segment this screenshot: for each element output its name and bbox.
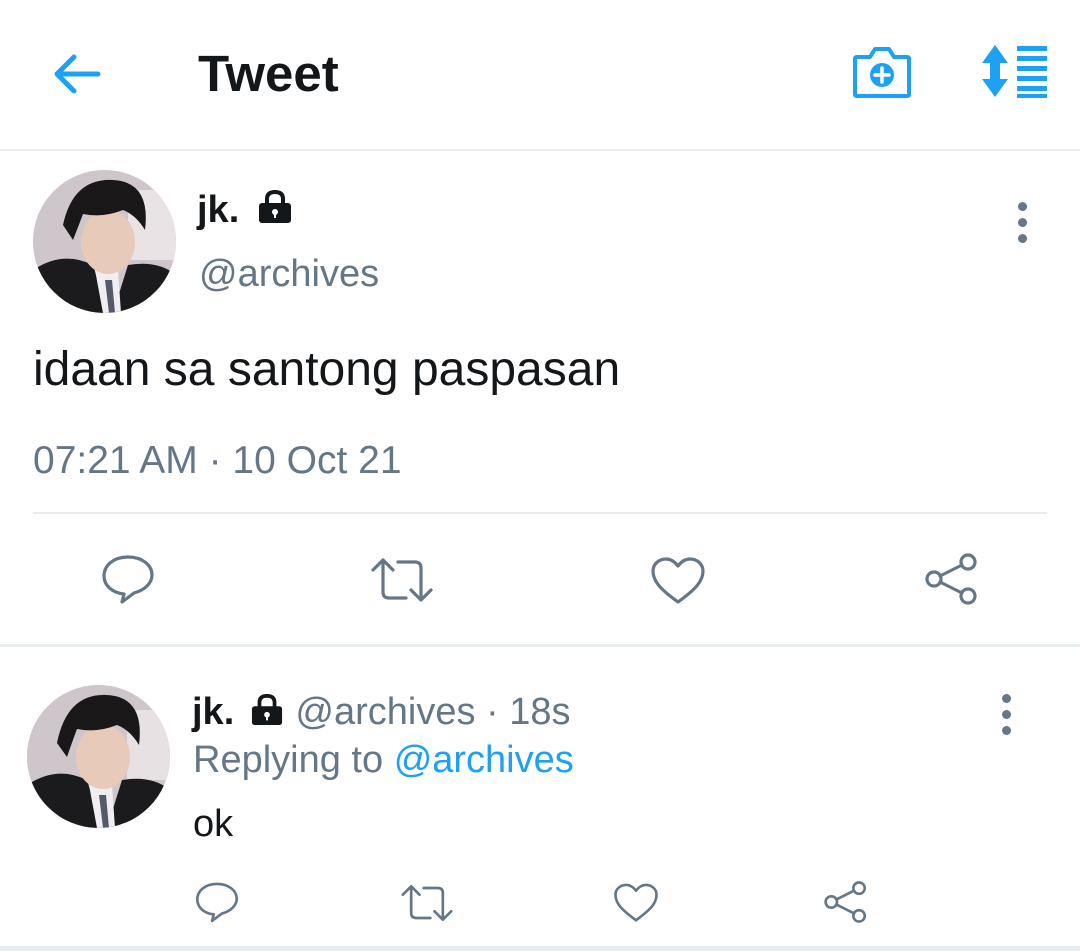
replying-prefix: Replying to [193, 739, 384, 781]
avatar[interactable] [27, 685, 170, 828]
top-app-bar [0, 0, 1080, 151]
replying-to-line: Replying to @archives [193, 736, 574, 784]
replying-to-link[interactable]: @archives [394, 739, 574, 781]
more-options-icon[interactable] [994, 690, 1018, 740]
divider [33, 512, 1047, 514]
author-row: jk. [197, 187, 294, 235]
share-icon[interactable] [823, 880, 869, 924]
tweet-text: idaan sa santong paspasan [33, 343, 621, 396]
bottom-divider [0, 946, 1080, 951]
reply-text: ok [193, 803, 234, 845]
tweet-timestamp: 07:21 AM · 10 Oct 21 [33, 439, 402, 482]
like-icon[interactable] [613, 882, 659, 924]
retweet-icon[interactable] [400, 883, 454, 923]
reply-author-row: jk. @archives · 18s [192, 688, 571, 738]
like-icon[interactable] [650, 556, 706, 606]
more-options-icon[interactable] [1010, 198, 1034, 248]
share-icon[interactable] [924, 552, 980, 606]
author-name[interactable]: jk. [192, 691, 234, 733]
avatar[interactable] [33, 170, 176, 313]
lock-icon [250, 189, 294, 235]
page-title: Tweet [198, 45, 339, 102]
section-separator [0, 644, 1080, 647]
lock-icon [245, 690, 285, 738]
author-handle-time: @archives · 18s [295, 691, 571, 733]
sort-list-icon[interactable] [977, 43, 1049, 99]
reply-icon[interactable] [194, 880, 240, 924]
camera-plus-icon[interactable] [852, 43, 912, 99]
back-arrow-icon[interactable] [50, 52, 102, 96]
author-name[interactable]: jk. [197, 189, 239, 231]
reply-icon[interactable] [100, 553, 156, 605]
retweet-icon[interactable] [370, 556, 434, 604]
author-handle: @archives [199, 253, 380, 295]
